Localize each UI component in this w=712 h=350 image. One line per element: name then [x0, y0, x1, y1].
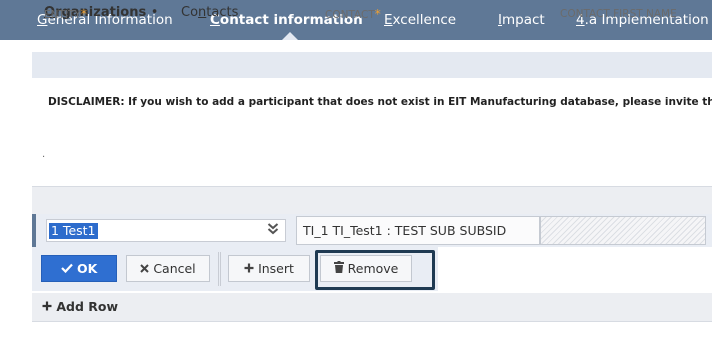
- column-label: ENTITY: [44, 9, 81, 21]
- plus-icon: [244, 256, 254, 281]
- tab-access-key: E: [384, 12, 393, 28]
- required-marker: *: [80, 7, 87, 21]
- subtab-marker: •: [150, 5, 159, 20]
- add-row-button[interactable]: Add Row: [42, 293, 118, 321]
- ok-button[interactable]: OK: [41, 255, 117, 282]
- insert-label: Insert: [258, 261, 294, 276]
- entity-selected-value: 1 Test1: [49, 223, 98, 239]
- column-label: CONTACT: [325, 9, 375, 21]
- add-row-label: Add Row: [56, 299, 119, 314]
- column-header-contact-first-name[interactable]: CONTACT FIRST NAME: [560, 0, 677, 28]
- active-tab-indicator: [282, 32, 298, 40]
- column-header-entity[interactable]: ENTITY*: [44, 0, 87, 28]
- entity-select-input[interactable]: 1 Test1: [46, 219, 286, 242]
- insert-button[interactable]: Insert: [228, 255, 310, 282]
- row-edit-indicator: [32, 214, 36, 247]
- tab-label: mpact: [501, 12, 545, 28]
- tab-label: xcellence: [392, 12, 457, 28]
- column-label: CONTACT FIRST NAME: [560, 8, 677, 20]
- grid-header: [32, 186, 712, 216]
- tab-impact[interactable]: Impact: [498, 0, 545, 40]
- check-icon: [60, 256, 73, 281]
- add-row-bar: [32, 293, 712, 322]
- plus-icon: [42, 293, 52, 321]
- tab-excellence[interactable]: Excellence: [384, 0, 456, 40]
- ok-label: OK: [77, 261, 98, 276]
- button-separator: [218, 252, 221, 286]
- subtab-label: tacts: [206, 5, 239, 20]
- required-marker: *: [374, 7, 381, 21]
- contact-first-name-cell-disabled: [540, 216, 706, 245]
- column-header-contact[interactable]: CONTACT*: [325, 0, 381, 28]
- cancel-button[interactable]: Cancel: [126, 255, 210, 282]
- disclaimer-text: DISCLAIMER: If you wish to add a partici…: [48, 96, 712, 108]
- remove-button-highlight: [315, 250, 435, 290]
- double-chevron-down-icon[interactable]: [267, 222, 279, 240]
- cancel-label: Cancel: [153, 261, 196, 276]
- subtab-bar: [32, 52, 712, 78]
- subtab-contacts[interactable]: Contacts: [181, 0, 238, 26]
- stray-dot: .: [42, 149, 46, 160]
- x-icon: [140, 256, 150, 281]
- subtab-label: Co: [181, 5, 199, 20]
- contact-cell[interactable]: TI_1 TI_Test1 : TEST SUB SUBSID: [296, 216, 540, 245]
